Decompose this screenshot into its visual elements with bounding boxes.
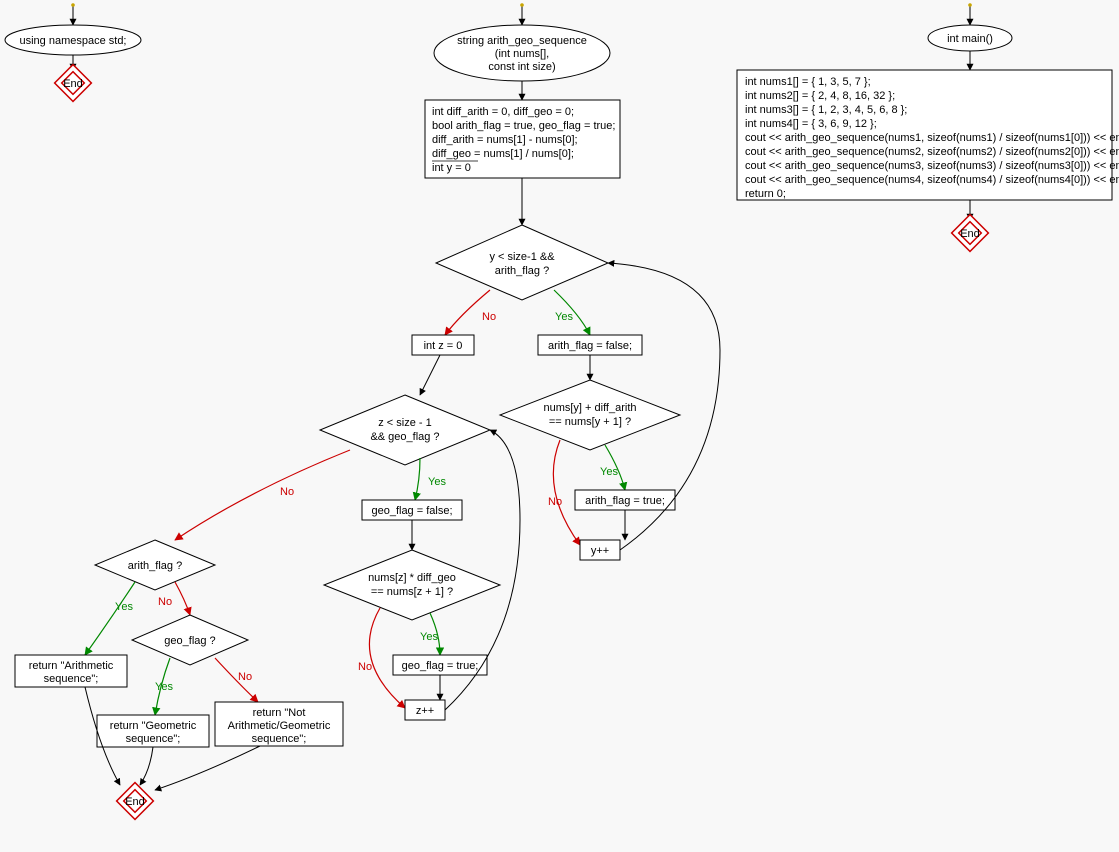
ret3-l2: Arithmetic/Geometric [228, 720, 331, 732]
col2-end-label: End [125, 796, 145, 808]
d2-no-label: No [548, 496, 562, 508]
main-l1: int nums1[] = { 1, 3, 5, 7 }; [745, 76, 871, 88]
init-l5: int y = 0 [432, 162, 471, 174]
d4-l1: nums[z] * diff_geo [368, 572, 456, 584]
init-l1: int diff_arith = 0, diff_geo = 0; [432, 106, 574, 118]
d2-diamond [500, 380, 680, 450]
d4-no-label: No [358, 661, 372, 673]
d6-no-label: No [238, 671, 252, 683]
col2-end-node: End [117, 783, 154, 820]
d1-yes-label: Yes [555, 311, 573, 323]
d5-no-label: No [158, 596, 172, 608]
d3-l1: z < size - 1 [378, 417, 432, 429]
col3-end-label: End [960, 228, 980, 240]
main-l5: cout << arith_geo_sequence(nums1, sizeof… [745, 132, 1119, 144]
d1-l2: arith_flag ? [495, 265, 549, 277]
d4-yes-label: Yes [420, 631, 438, 643]
col1-end-node: End [55, 65, 92, 102]
main-l8: cout << arith_geo_sequence(nums4, sizeof… [745, 174, 1119, 186]
col1-end-label: End [63, 78, 83, 90]
d6-yes-label: Yes [155, 681, 173, 693]
af-true-label: arith_flag = true; [585, 495, 665, 507]
gf-false-label: geo_flag = false; [371, 505, 452, 517]
start-l1: string arith_geo_sequence [457, 35, 587, 47]
init-l4: diff_geo = nums[1] / nums[0]; [432, 148, 574, 160]
d3-l2: && geo_flag ? [370, 431, 439, 443]
flowchart-diagram: using namespace std; End int main() int … [0, 0, 1119, 852]
ret2-l2: sequence"; [126, 733, 181, 745]
main-l7: cout << arith_geo_sequence(nums3, sizeof… [745, 160, 1119, 172]
main-l9: return 0; [745, 188, 786, 200]
col3-main: int main() int nums1[] = { 1, 3, 5, 7 };… [737, 5, 1119, 251]
d2-yes-label: Yes [600, 466, 618, 478]
d6-label: geo_flag ? [164, 635, 215, 647]
d1-no-label: No [482, 311, 496, 323]
col3-start-label: int main() [947, 33, 993, 45]
zpp-label: z++ [416, 705, 434, 717]
col2-function: string arith_geo_sequence (int nums[], c… [15, 5, 720, 819]
start-l2: (int nums[], [495, 48, 549, 60]
d2-l1: nums[y] + diff_arith [543, 402, 636, 414]
init-l2: bool arith_flag = true, geo_flag = true; [432, 120, 615, 132]
gf-true-label: geo_flag = true; [402, 660, 479, 672]
d4-l2: == nums[z + 1] ? [371, 586, 453, 598]
intz-label: int z = 0 [424, 340, 463, 352]
af-false-label: arith_flag = false; [548, 340, 632, 352]
d4-diamond [324, 550, 500, 620]
d2-l2: == nums[y + 1] ? [549, 416, 631, 428]
d1-l1: y < size-1 && [489, 251, 555, 263]
main-l2: int nums2[] = { 2, 4, 8, 16, 32 }; [745, 90, 895, 102]
main-l4: int nums4[] = { 3, 6, 9, 12 }; [745, 118, 877, 130]
d5-yes-label: Yes [115, 601, 133, 613]
col1-start-label: using namespace std; [19, 35, 126, 47]
d3-no-label: No [280, 486, 294, 498]
ret1-l1: return "Arithmetic [29, 660, 114, 672]
d5-label: arith_flag ? [128, 560, 182, 572]
init-l3: diff_arith = nums[1] - nums[0]; [432, 134, 578, 146]
ret3-l1: return "Not [253, 707, 306, 719]
start-l3: const int size) [488, 61, 555, 73]
d3-diamond [320, 395, 490, 465]
d3-yes-label: Yes [428, 476, 446, 488]
main-l6: cout << arith_geo_sequence(nums2, sizeof… [745, 146, 1119, 158]
ret2-l1: return "Geometric [110, 720, 197, 732]
col1-using-namespace: using namespace std; End [5, 5, 141, 101]
col3-end-node: End [952, 215, 989, 252]
ypp-label: y++ [591, 545, 609, 557]
ret1-l2: sequence"; [44, 673, 99, 685]
ret3-l3: sequence"; [252, 733, 307, 745]
main-l3: int nums3[] = { 1, 2, 3, 4, 5, 6, 8 }; [745, 104, 907, 116]
